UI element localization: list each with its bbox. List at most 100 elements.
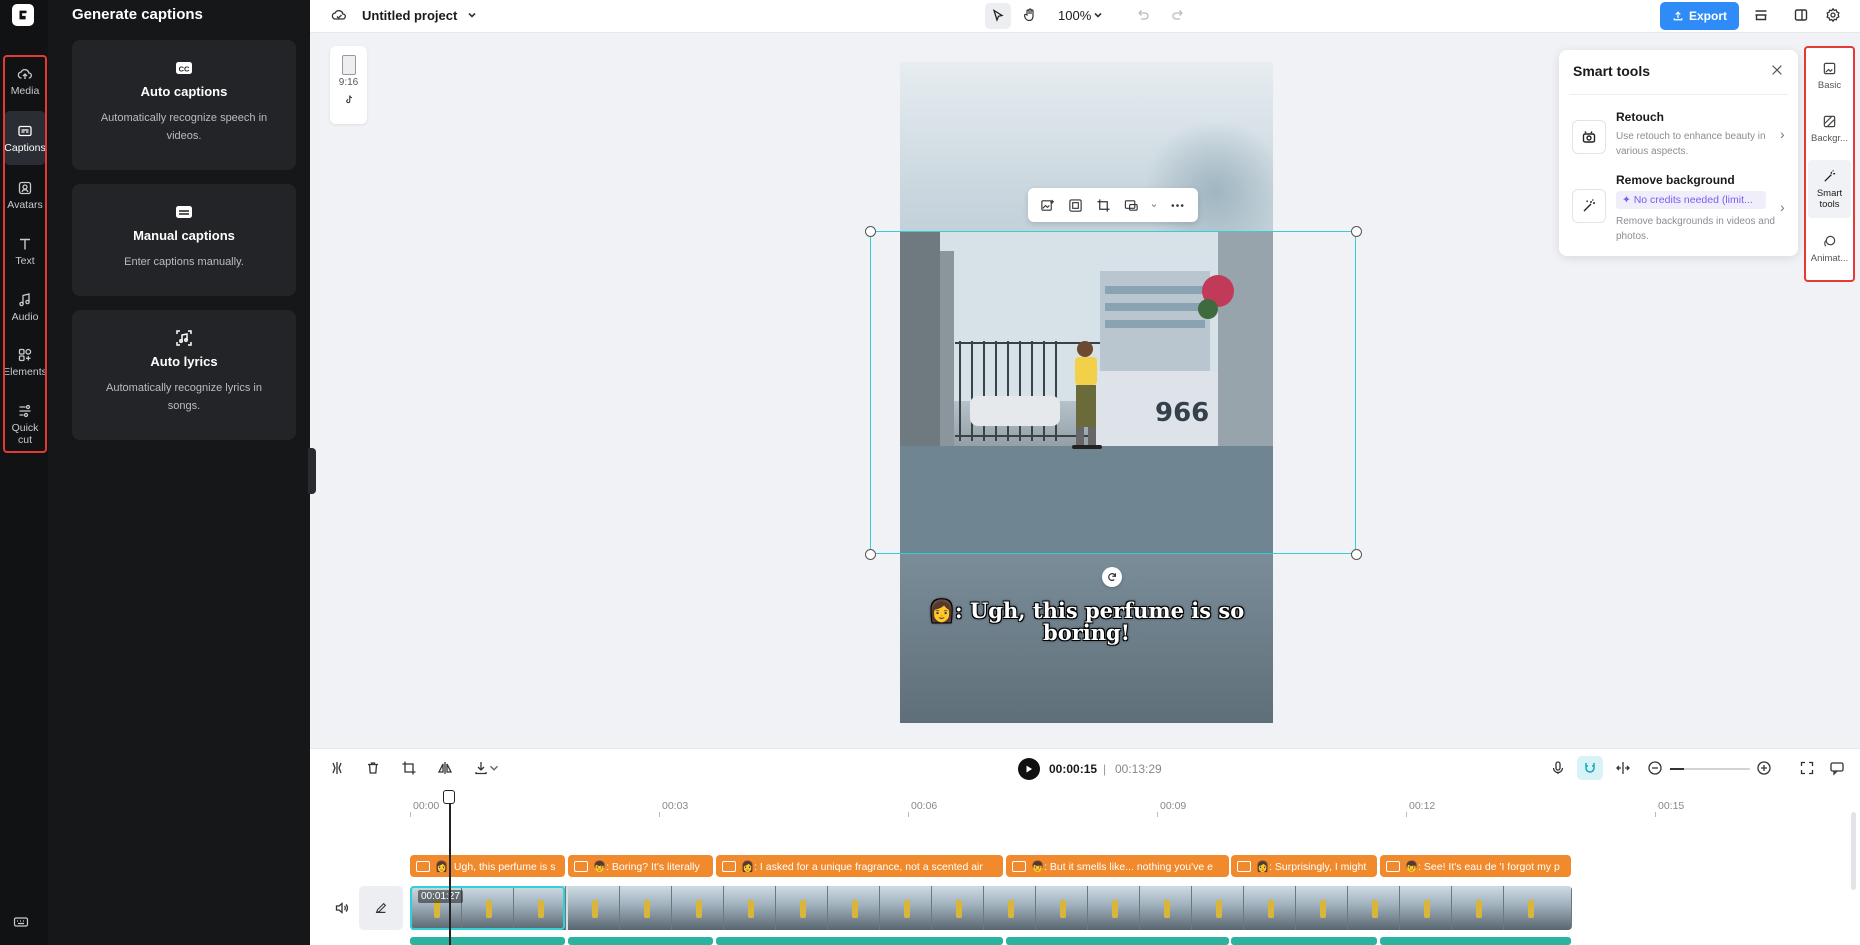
zoom-in-icon[interactable] xyxy=(1754,758,1774,778)
redo-icon[interactable] xyxy=(1168,5,1188,25)
keyboard-icon[interactable] xyxy=(13,914,31,932)
rail-item-audio[interactable]: Audio xyxy=(4,280,46,334)
rail-item-animation[interactable]: Animat... xyxy=(1808,224,1851,274)
cloud-save-icon[interactable] xyxy=(329,5,349,25)
cloud-upload-icon xyxy=(17,68,32,79)
lyrics-icon xyxy=(174,328,194,348)
video-frame-thumb xyxy=(880,886,932,930)
comment-icon[interactable] xyxy=(1827,758,1847,778)
export-button[interactable]: Export xyxy=(1660,2,1739,30)
panel-collapse-handle[interactable] xyxy=(308,448,316,494)
magic-wand-icon xyxy=(1824,169,1836,182)
tiktok-icon[interactable] xyxy=(330,94,367,109)
audio-clip[interactable] xyxy=(1006,937,1229,945)
caption-overlay-text[interactable]: 👩: Ugh, this perfume is so boring! xyxy=(910,600,1263,644)
resize-handle[interactable] xyxy=(865,226,876,237)
microphone-icon[interactable] xyxy=(1548,758,1568,778)
tool-retouch[interactable]: Retouch Use retouch to enhance beauty in… xyxy=(1569,110,1791,166)
play-button[interactable] xyxy=(1018,758,1040,780)
caption-clip-icon xyxy=(1386,860,1400,872)
rail-item-basic[interactable]: Basic xyxy=(1808,51,1851,101)
resize-handle[interactable] xyxy=(865,549,876,560)
chevron-down-icon[interactable] xyxy=(1150,196,1158,214)
auto-captions-card[interactable]: CC Auto captions Automatically recognize… xyxy=(72,40,296,170)
ruler-tick xyxy=(659,812,660,817)
aspect-ratio-box[interactable]: 9:16 xyxy=(330,46,367,124)
rail-item-media[interactable]: Media xyxy=(4,54,46,108)
more-options-icon[interactable] xyxy=(1168,196,1186,214)
resize-handle[interactable] xyxy=(1351,549,1362,560)
delete-icon[interactable] xyxy=(363,758,383,778)
project-title[interactable]: Untitled project xyxy=(362,8,457,23)
tool-remove-background[interactable]: Remove background ✦ No credits needed (l… xyxy=(1569,173,1791,245)
fit-frame-icon[interactable] xyxy=(1066,196,1084,214)
ruler-tick xyxy=(410,812,411,817)
resize-handle[interactable] xyxy=(1351,226,1362,237)
playhead-handle[interactable] xyxy=(443,790,455,804)
caption-clip[interactable]: 👩: I asked for a unique fragrance, not a… xyxy=(716,855,1003,877)
mask-icon[interactable] xyxy=(1122,196,1140,214)
layers-icon[interactable] xyxy=(1751,5,1771,25)
app-logo[interactable] xyxy=(12,4,34,26)
rail-item-avatars[interactable]: Avatars xyxy=(4,168,46,222)
caption-clip-icon xyxy=(1237,860,1251,872)
select-tool-button[interactable] xyxy=(985,3,1011,29)
manual-captions-card[interactable]: Manual captions Enter captions manually. xyxy=(72,184,296,296)
video-frame-thumb xyxy=(932,886,984,930)
scissors-icon xyxy=(19,404,31,417)
rail-item-elements[interactable]: Elements xyxy=(3,335,47,389)
audio-clip[interactable] xyxy=(1231,937,1377,945)
audio-clip[interactable] xyxy=(410,937,565,945)
link-icon[interactable] xyxy=(1613,758,1633,778)
video-frame-image[interactable]: 966 xyxy=(900,231,1273,554)
caption-clip[interactable]: 👦: See! It's eau de 'I forgot my p xyxy=(1380,855,1571,877)
zoom-slider-fill xyxy=(1670,768,1684,770)
text-icon xyxy=(20,238,30,249)
caption-clip[interactable]: 👩: Surprisingly, I might xyxy=(1231,855,1377,877)
rail-item-text[interactable]: Text xyxy=(4,224,46,278)
rail-label: Avatars xyxy=(7,198,43,211)
video-frame-thumb xyxy=(776,886,828,930)
audio-clip[interactable] xyxy=(716,937,1003,945)
rail-item-captions[interactable]: Captions xyxy=(4,111,46,165)
basic-icon xyxy=(1823,62,1836,75)
video-frame-thumb xyxy=(1244,886,1296,930)
auto-lyrics-card[interactable]: Auto lyrics Automatically recognize lyri… xyxy=(72,310,296,440)
split-icon[interactable] xyxy=(327,758,347,778)
caption-clip-text: 👩: Surprisingly, I might xyxy=(1256,860,1367,873)
audio-clip[interactable] xyxy=(1380,937,1571,945)
zoom-out-icon[interactable] xyxy=(1645,758,1665,778)
rail-item-smart-tools[interactable]: Smart tools xyxy=(1808,160,1851,218)
rail-item-background[interactable]: Backgr... xyxy=(1808,104,1851,154)
crop-icon[interactable] xyxy=(399,758,419,778)
chevron-down-icon[interactable] xyxy=(487,758,501,778)
close-icon[interactable] xyxy=(1770,63,1786,79)
chevron-right-icon: › xyxy=(1780,126,1785,142)
video-track[interactable] xyxy=(410,886,1572,930)
mute-track-icon[interactable] xyxy=(320,886,364,930)
ruler-label: 00:09 xyxy=(1160,800,1187,812)
chevron-down-icon[interactable] xyxy=(462,5,482,25)
zoom-chevron-icon[interactable] xyxy=(1088,5,1108,25)
crop-icon[interactable] xyxy=(1094,196,1112,214)
hand-tool-button[interactable] xyxy=(1020,5,1040,25)
caption-clip[interactable]: 👦: Boring? It's literally xyxy=(568,855,713,877)
caption-clip-icon xyxy=(1012,860,1026,872)
undo-icon[interactable] xyxy=(1133,5,1153,25)
playhead-line[interactable] xyxy=(449,790,451,945)
auto-snap-button[interactable] xyxy=(1577,756,1603,780)
timeline-scrollbar[interactable] xyxy=(1851,812,1856,890)
edit-cover-button[interactable] xyxy=(359,886,403,930)
replace-image-icon[interactable] xyxy=(1038,196,1056,214)
caption-clip[interactable]: 👩: Ugh, this perfume is s xyxy=(410,855,565,877)
caption-clip[interactable]: 👦: But it smells like... nothing you've … xyxy=(1006,855,1229,877)
settings-gear-icon[interactable] xyxy=(1823,5,1843,25)
audio-clip[interactable] xyxy=(568,937,713,945)
rail-item-quick-cut[interactable]: Quick cut xyxy=(4,396,46,452)
fullscreen-icon[interactable] xyxy=(1797,758,1817,778)
card-title: Manual captions xyxy=(133,228,235,243)
rotate-handle-icon[interactable] xyxy=(1102,567,1122,587)
zoom-level[interactable]: 100% xyxy=(1058,8,1091,23)
flip-icon[interactable] xyxy=(435,758,455,778)
panel-layout-icon[interactable] xyxy=(1791,5,1811,25)
